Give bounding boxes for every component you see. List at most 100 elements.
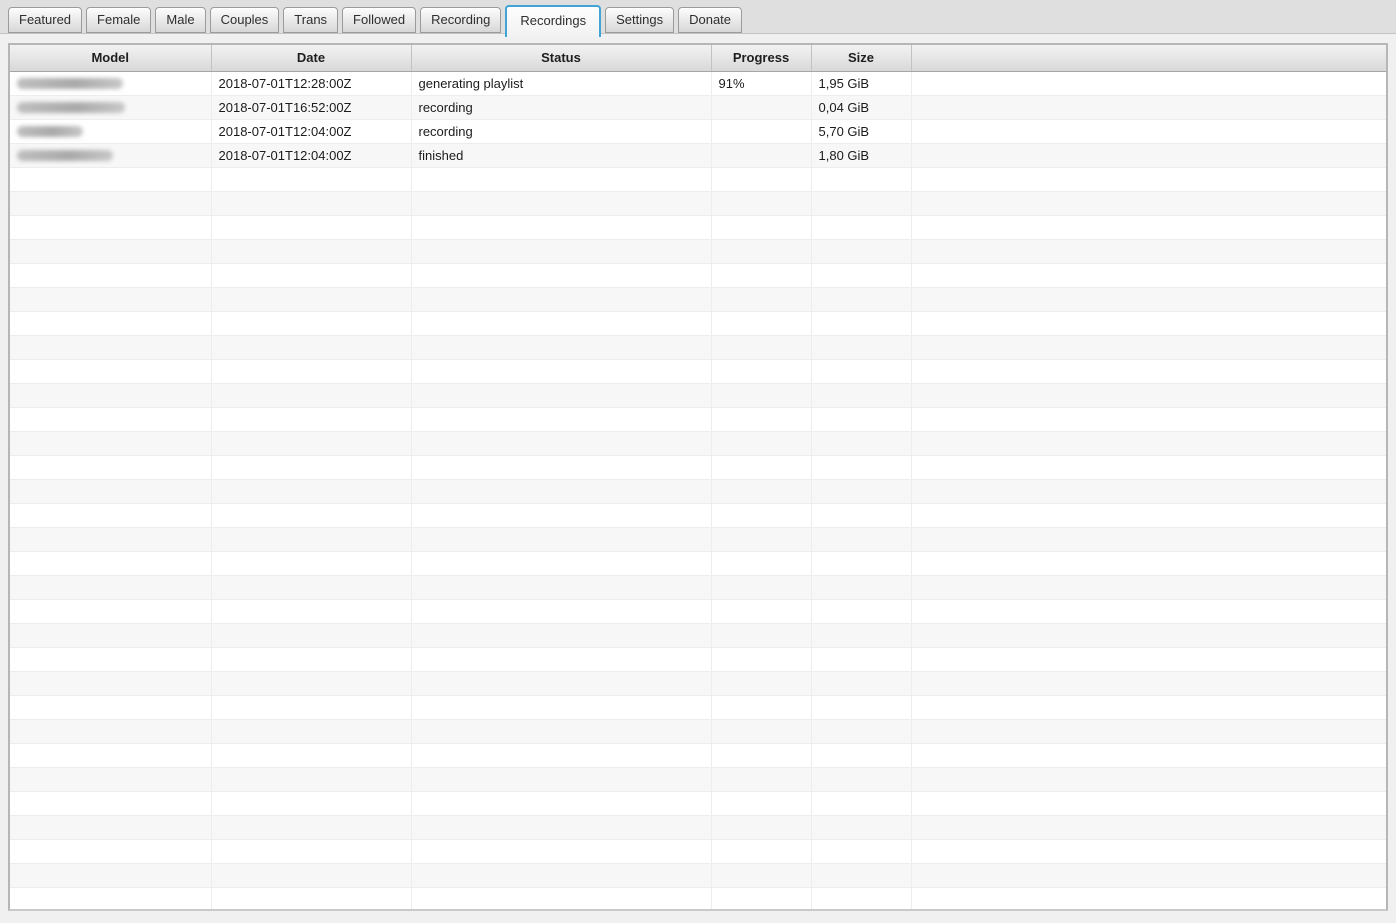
tab-featured[interactable]: Featured xyxy=(8,7,82,33)
redacted-model-name xyxy=(17,102,125,113)
cell-status xyxy=(411,383,711,407)
cell-model xyxy=(10,407,211,431)
cell-progress xyxy=(711,887,811,911)
redacted-model-name xyxy=(17,78,123,89)
table-row[interactable]: 2018-07-01T12:28:00Zgenerating playlist9… xyxy=(10,71,1386,95)
cell-model xyxy=(10,383,211,407)
empty-row xyxy=(10,215,1386,239)
cell-status xyxy=(411,647,711,671)
tab-male[interactable]: Male xyxy=(155,7,205,33)
column-header-size[interactable]: Size xyxy=(811,45,911,71)
cell-date xyxy=(211,671,411,695)
cell-progress: 91% xyxy=(711,71,811,95)
tab-donate[interactable]: Donate xyxy=(678,7,742,33)
tab-trans[interactable]: Trans xyxy=(283,7,338,33)
empty-row xyxy=(10,647,1386,671)
empty-row xyxy=(10,455,1386,479)
column-header-status[interactable]: Status xyxy=(411,45,711,71)
cell-model xyxy=(10,623,211,647)
table-body: 2018-07-01T12:28:00Zgenerating playlist9… xyxy=(10,71,1386,911)
cell-size xyxy=(811,647,911,671)
empty-row xyxy=(10,167,1386,191)
cell-model xyxy=(10,527,211,551)
cell-status xyxy=(411,839,711,863)
cell-progress xyxy=(711,743,811,767)
column-header-date[interactable]: Date xyxy=(211,45,411,71)
column-header-progress[interactable]: Progress xyxy=(711,45,811,71)
redacted-model-name xyxy=(17,150,113,161)
cell-model xyxy=(10,119,211,143)
empty-row xyxy=(10,527,1386,551)
cell-spacer xyxy=(911,239,1386,263)
tab-settings[interactable]: Settings xyxy=(605,7,674,33)
cell-spacer xyxy=(911,695,1386,719)
cell-date xyxy=(211,599,411,623)
cell-size xyxy=(811,767,911,791)
column-header-spacer[interactable] xyxy=(911,45,1386,71)
cell-progress xyxy=(711,95,811,119)
empty-row xyxy=(10,359,1386,383)
cell-progress xyxy=(711,455,811,479)
cell-size xyxy=(811,719,911,743)
cell-status xyxy=(411,719,711,743)
cell-size xyxy=(811,551,911,575)
cell-date xyxy=(211,791,411,815)
cell-status xyxy=(411,863,711,887)
cell-status: generating playlist xyxy=(411,71,711,95)
cell-size xyxy=(811,455,911,479)
cell-date xyxy=(211,695,411,719)
cell-size xyxy=(811,575,911,599)
cell-model xyxy=(10,791,211,815)
cell-spacer xyxy=(911,815,1386,839)
cell-model xyxy=(10,575,211,599)
cell-size: 5,70 GiB xyxy=(811,119,911,143)
cell-spacer xyxy=(911,287,1386,311)
cell-size xyxy=(811,623,911,647)
cell-size xyxy=(811,527,911,551)
cell-spacer xyxy=(911,551,1386,575)
tab-recordings[interactable]: Recordings xyxy=(505,5,601,37)
table-row[interactable]: 2018-07-01T16:52:00Zrecording0,04 GiB xyxy=(10,95,1386,119)
table-row[interactable]: 2018-07-01T12:04:00Zfinished1,80 GiB xyxy=(10,143,1386,167)
column-header-model[interactable]: Model xyxy=(10,45,211,71)
tab-female[interactable]: Female xyxy=(86,7,151,33)
cell-spacer xyxy=(911,527,1386,551)
cell-date xyxy=(211,287,411,311)
cell-progress xyxy=(711,167,811,191)
cell-model xyxy=(10,695,211,719)
tab-followed[interactable]: Followed xyxy=(342,7,416,33)
cell-spacer xyxy=(911,455,1386,479)
cell-status xyxy=(411,287,711,311)
cell-model xyxy=(10,167,211,191)
cell-progress xyxy=(711,551,811,575)
cell-status xyxy=(411,671,711,695)
tab-recording[interactable]: Recording xyxy=(420,7,501,33)
cell-size xyxy=(811,431,911,455)
cell-size xyxy=(811,815,911,839)
tab-couples[interactable]: Couples xyxy=(210,7,280,33)
cell-spacer xyxy=(911,503,1386,527)
cell-model xyxy=(10,743,211,767)
cell-date xyxy=(211,479,411,503)
cell-spacer xyxy=(911,71,1386,95)
cell-model xyxy=(10,191,211,215)
cell-status xyxy=(411,551,711,575)
empty-row xyxy=(10,815,1386,839)
cell-date xyxy=(211,887,411,911)
cell-size xyxy=(811,503,911,527)
cell-size xyxy=(811,287,911,311)
cell-progress xyxy=(711,695,811,719)
cell-status xyxy=(411,767,711,791)
cell-status xyxy=(411,527,711,551)
cell-size xyxy=(811,167,911,191)
cell-date xyxy=(211,623,411,647)
empty-row xyxy=(10,503,1386,527)
cell-model xyxy=(10,431,211,455)
table-row[interactable]: 2018-07-01T12:04:00Zrecording5,70 GiB xyxy=(10,119,1386,143)
cell-model xyxy=(10,215,211,239)
cell-progress xyxy=(711,599,811,623)
cell-size xyxy=(811,383,911,407)
cell-status xyxy=(411,695,711,719)
cell-status xyxy=(411,263,711,287)
cell-date xyxy=(211,647,411,671)
